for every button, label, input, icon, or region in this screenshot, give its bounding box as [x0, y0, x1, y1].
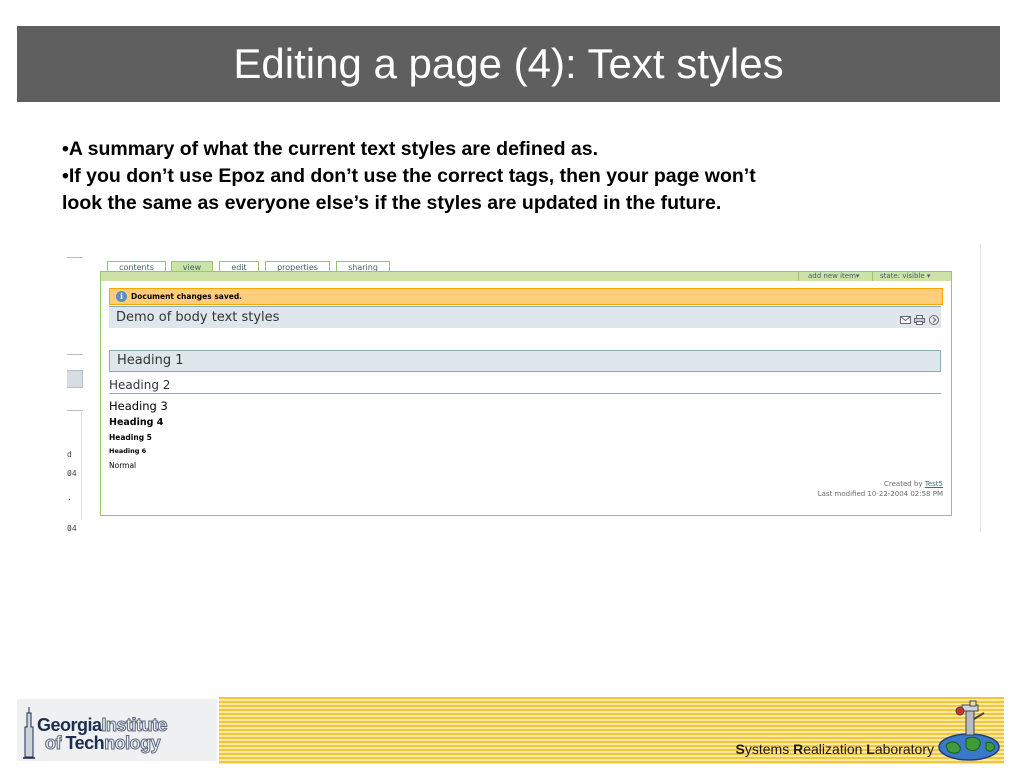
created-by-line: Created by Test5	[818, 479, 943, 489]
gt-logo-panel: GeorgiaInstitute of Technology	[15, 697, 219, 764]
gt-logo-word: Institute	[101, 715, 168, 736]
lab-initial: S	[735, 741, 745, 757]
heading-2-text: Heading 2	[109, 378, 171, 392]
info-icon: i	[116, 291, 127, 302]
title-bar: Editing a page (4): Text styles	[17, 26, 1000, 102]
document-byline: Created by Test5 Last modified 10-22-200…	[818, 479, 943, 499]
lab-word: ealization	[803, 741, 867, 757]
divider	[67, 257, 83, 258]
gt-logo-word: of	[45, 733, 66, 754]
gt-logo-word: Georgia	[37, 715, 102, 735]
divider	[81, 410, 82, 520]
add-new-item-menu[interactable]: add new item▾	[808, 272, 859, 281]
tower-icon	[23, 707, 35, 759]
divider	[872, 272, 873, 281]
document-title: Demo of body text styles	[116, 310, 280, 325]
sidebar-fragment-text: 04	[67, 469, 77, 478]
sidebar-fragment-text: 04	[67, 524, 77, 532]
heading-1-sample: Heading 1	[109, 350, 941, 372]
gt-logo: GeorgiaInstitute of Technology	[17, 699, 217, 761]
lab-initial: R	[793, 741, 804, 757]
print-icon[interactable]	[914, 315, 925, 325]
screenshot-edge	[980, 244, 981, 532]
gt-logo-word: nology	[104, 733, 162, 754]
lab-initial: L	[866, 741, 875, 757]
sidebar-box	[67, 370, 83, 388]
heading-1-text: Heading 1	[117, 353, 184, 368]
heading-4-sample: Heading 4	[109, 417, 164, 428]
heading-3-sample: Heading 3	[109, 399, 168, 413]
left-sidebar-fragment: d 04 · 04	[67, 244, 83, 532]
next-icon[interactable]	[928, 315, 939, 325]
heading-5-sample: Heading 5	[109, 433, 152, 442]
bullet-item: •If you don’t use Epoz and don’t use the…	[62, 165, 756, 214]
document-title-bar: Demo of body text styles	[109, 306, 941, 328]
created-by-label: Created by	[884, 480, 925, 488]
gt-logo-line2: of Technology	[45, 733, 162, 754]
mail-icon[interactable]	[900, 315, 911, 324]
slide-footer: GeorgiaInstitute of Technology Systems R…	[15, 697, 1004, 764]
heading-6-sample: Heading 6	[109, 447, 147, 455]
lab-name: Systems Realization Laboratory	[736, 741, 934, 757]
status-message-text: Document changes saved.	[131, 292, 243, 301]
gt-logo-word: Tech	[65, 733, 105, 753]
status-message: i Document changes saved.	[109, 288, 943, 305]
divider	[798, 272, 799, 281]
heading-2-sample: Heading 2	[109, 378, 941, 394]
bullet-item: •A summary of what the current text styl…	[62, 138, 599, 160]
normal-text-sample: Normal	[109, 461, 137, 470]
bullet-list: •A summary of what the current text styl…	[62, 136, 762, 217]
author-link[interactable]: Test5	[925, 480, 943, 488]
embedded-screenshot: d 04 · 04 contents view edit properties …	[67, 244, 981, 532]
state-menu[interactable]: state: visible ▾	[880, 272, 930, 281]
document-content: i Document changes saved. Demo of body t…	[100, 281, 952, 516]
lab-word: ystems	[744, 741, 794, 757]
lab-word: aboratory	[874, 741, 934, 757]
globe-robot-logo-icon	[938, 700, 1000, 761]
divider	[67, 354, 83, 355]
last-modified: Last modified 10-22-2004 02:58 PM	[817, 490, 943, 498]
slide-title: Editing a page (4): Text styles	[233, 40, 784, 87]
sidebar-fragment-text: d	[67, 450, 72, 459]
sidebar-fragment-text: ·	[67, 495, 72, 504]
